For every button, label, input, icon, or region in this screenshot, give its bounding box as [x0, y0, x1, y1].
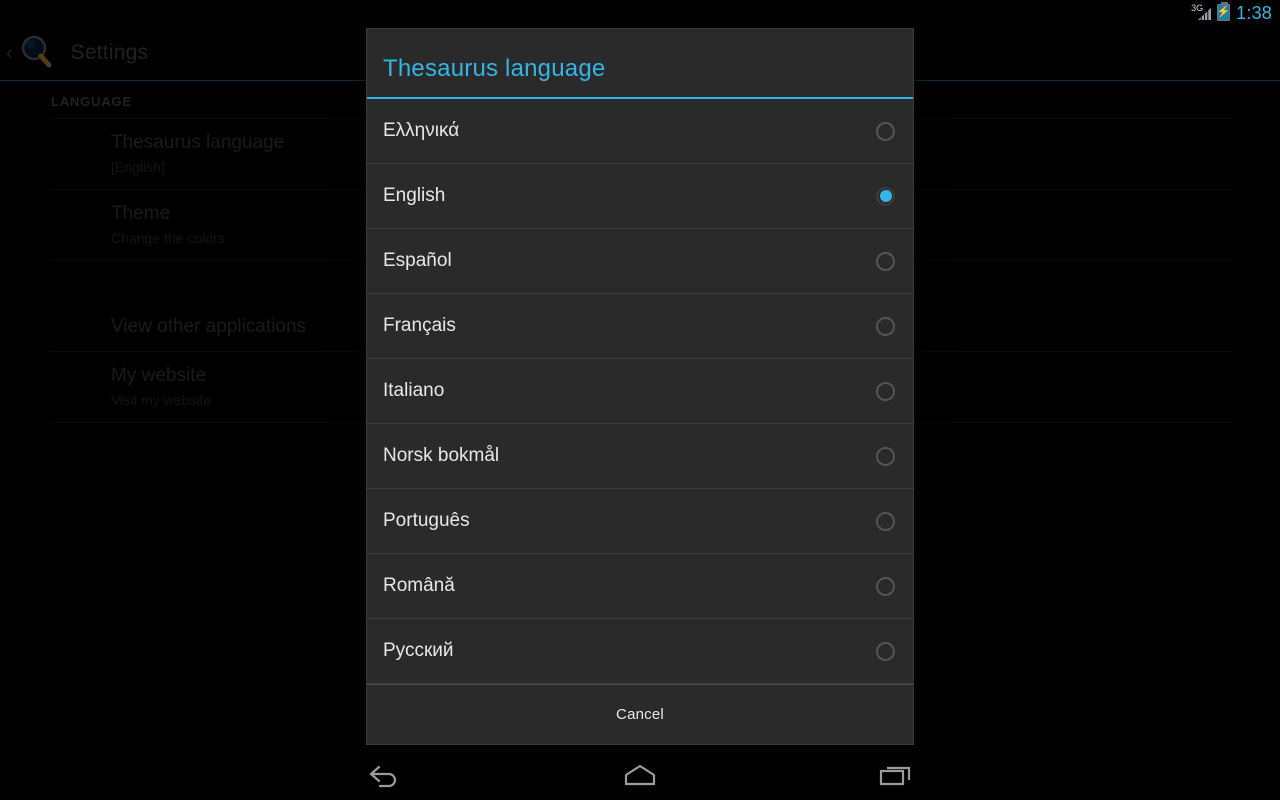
- signal-bars-icon: 3G: [1191, 3, 1212, 21]
- option-label: Norsk bokmål: [383, 445, 500, 466]
- option-label: Italiano: [383, 380, 445, 401]
- thesaurus-language-dialog: Thesaurus language Ελληνικά English Espa…: [366, 28, 914, 745]
- language-option-portuguese[interactable]: Português: [367, 489, 913, 554]
- radio-button[interactable]: [876, 121, 895, 141]
- radio-button[interactable]: [876, 511, 895, 531]
- option-label: Français: [383, 315, 456, 336]
- option-label: Русский: [383, 640, 454, 661]
- dialog-footer: Cancel: [367, 684, 913, 744]
- radio-button[interactable]: [876, 316, 895, 336]
- status-bar-clock: 1:38: [1236, 2, 1272, 23]
- status-bar: 3G ⚡ 1:38: [0, 0, 1280, 25]
- android-screen: ‹ Settings LANGUAGE Thesaurus language […: [0, 0, 1280, 800]
- language-option-romanian[interactable]: Română: [367, 554, 913, 619]
- option-label: Português: [383, 510, 470, 531]
- language-option-russian[interactable]: Русский: [367, 619, 913, 684]
- language-option-english[interactable]: English: [367, 164, 913, 229]
- language-option-norwegian[interactable]: Norsk bokmål: [367, 424, 913, 489]
- nav-home-button[interactable]: [576, 750, 704, 800]
- option-label: Română: [383, 575, 455, 596]
- navigation-bar: [0, 750, 1280, 800]
- radio-button[interactable]: [876, 446, 895, 466]
- dialog-title-area: Thesaurus language: [367, 29, 913, 99]
- language-option-italian[interactable]: Italiano: [367, 359, 913, 424]
- radio-button[interactable]: [876, 576, 895, 596]
- radio-button[interactable]: [876, 251, 895, 271]
- nav-back-button[interactable]: [320, 750, 448, 800]
- language-option-spanish[interactable]: Español: [367, 229, 913, 294]
- dialog-title: Thesaurus language: [383, 55, 606, 82]
- option-label: Ελληνικά: [383, 120, 460, 141]
- language-option-greek[interactable]: Ελληνικά: [367, 99, 913, 164]
- option-label: English: [383, 185, 446, 206]
- battery-charging-icon: ⚡: [1217, 2, 1231, 21]
- home-icon: [624, 764, 656, 786]
- radio-button[interactable]: [876, 641, 895, 661]
- radio-button[interactable]: [876, 381, 895, 401]
- back-icon: [369, 765, 397, 788]
- nav-recents-button[interactable]: [832, 750, 960, 800]
- cancel-button[interactable]: Cancel: [616, 706, 664, 723]
- radio-button-selected[interactable]: [876, 186, 895, 206]
- language-option-list[interactable]: Ελληνικά English Español Français Italia…: [367, 99, 913, 684]
- option-label: Español: [383, 250, 452, 271]
- recents-icon: [879, 766, 911, 786]
- language-option-french[interactable]: Français: [367, 294, 913, 359]
